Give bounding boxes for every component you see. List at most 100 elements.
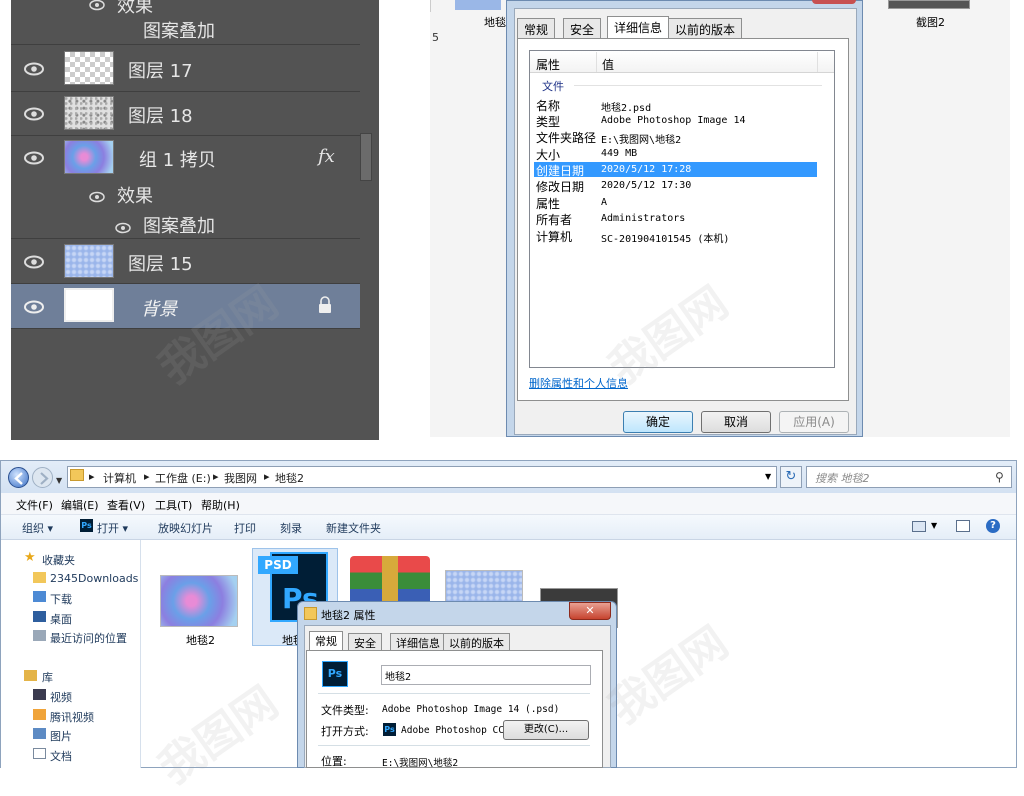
cancel-button[interactable]: 取消 bbox=[701, 411, 771, 433]
file-thumbnail[interactable] bbox=[160, 575, 238, 627]
eye-icon[interactable] bbox=[23, 106, 45, 121]
refresh-icon[interactable]: ↻ bbox=[780, 466, 802, 488]
layer-row-group[interactable]: 组 1 拷贝 fx 效果 图案叠加 bbox=[11, 136, 360, 239]
layer-row-background[interactable]: 背景 bbox=[11, 284, 360, 329]
print-button[interactable]: 打印 bbox=[234, 520, 256, 536]
layer-row[interactable]: 图层 18 bbox=[11, 92, 360, 136]
breadcrumb-separator[interactable]: ▸ bbox=[89, 470, 95, 483]
preview-pane-icon[interactable] bbox=[956, 520, 970, 532]
change-button[interactable]: 更改(C)... bbox=[503, 720, 589, 740]
file-name-input[interactable] bbox=[381, 665, 591, 685]
close-button[interactable]: ✕ bbox=[569, 602, 611, 620]
detail-key: 修改日期 bbox=[536, 180, 585, 194]
close-button[interactable] bbox=[812, 0, 856, 4]
file-type-value: Adobe Photoshop Image 14 (.psd) bbox=[382, 704, 560, 715]
layer-thumbnail bbox=[64, 244, 114, 278]
open-button[interactable]: 打开 ▾ bbox=[97, 520, 128, 536]
menu-help[interactable]: 帮助(H) bbox=[201, 497, 240, 513]
edge-divider bbox=[430, 0, 436, 12]
menu-tools[interactable]: 工具(T) bbox=[155, 497, 192, 513]
detail-value: Adobe Photoshop Image 14 bbox=[601, 115, 746, 126]
nav-item-tencent-video[interactable]: 腾讯视频 bbox=[50, 709, 94, 725]
layer-row[interactable]: 图层 17 bbox=[11, 45, 360, 92]
layer-row-partial[interactable]: 效果 图案叠加 bbox=[11, 0, 360, 45]
location-label: 位置: bbox=[321, 755, 347, 768]
breadcrumb-separator[interactable]: ▸ bbox=[264, 470, 270, 483]
nav-item-pictures[interactable]: 图片 bbox=[50, 728, 72, 744]
menu-view[interactable]: 查看(V) bbox=[107, 497, 145, 513]
details-list[interactable] bbox=[529, 50, 835, 368]
burn-button[interactable]: 刻录 bbox=[280, 520, 302, 536]
new-folder-button[interactable]: 新建文件夹 bbox=[326, 520, 381, 536]
tab-previous-versions[interactable]: 以前的版本 bbox=[443, 633, 510, 651]
view-options-icon[interactable] bbox=[912, 521, 926, 532]
search-icon[interactable]: ⚲ bbox=[995, 470, 1004, 484]
breadcrumb-item[interactable]: 计算机 bbox=[103, 470, 136, 486]
eye-icon[interactable] bbox=[23, 150, 45, 165]
help-icon[interactable]: ? bbox=[986, 519, 1000, 533]
ok-button[interactable]: 确定 bbox=[623, 411, 693, 433]
lock-icon[interactable] bbox=[317, 296, 333, 314]
divider bbox=[318, 745, 590, 746]
tab-details[interactable]: 详细信息 bbox=[607, 16, 670, 38]
location-value: E:\我图网\地毯2 bbox=[382, 758, 459, 769]
organize-button[interactable]: 组织 ▾ bbox=[22, 520, 53, 536]
tab-general[interactable]: 常规 bbox=[517, 18, 556, 38]
fx-icon[interactable]: fx bbox=[318, 146, 335, 167]
folder-icon bbox=[33, 572, 46, 583]
file-label[interactable]: 截图2 bbox=[916, 14, 945, 30]
menu-file[interactable]: 文件(F) bbox=[16, 497, 53, 513]
tab-security[interactable]: 安全 bbox=[563, 18, 602, 38]
downloads-icon bbox=[33, 591, 46, 602]
eye-icon[interactable] bbox=[115, 219, 131, 234]
address-dropdown-icon[interactable]: ▼ bbox=[765, 472, 771, 481]
breadcrumb-separator[interactable]: ▸ bbox=[144, 470, 150, 483]
eye-icon[interactable] bbox=[23, 254, 45, 269]
detail-value: 2020/5/12 17:30 bbox=[601, 180, 692, 191]
effect-label: 效果 bbox=[117, 186, 153, 207]
tab-previous-versions[interactable]: 以前的版本 bbox=[668, 18, 743, 38]
tab-general[interactable]: 常规 bbox=[309, 631, 343, 651]
recent-pages-chevron-icon[interactable]: ▼ bbox=[56, 476, 62, 485]
menu-edit[interactable]: 编辑(E) bbox=[61, 497, 99, 513]
folder-icon bbox=[33, 709, 46, 720]
file-thumbnail-partial[interactable] bbox=[455, 0, 501, 10]
eye-icon[interactable] bbox=[23, 61, 45, 76]
nav-item-downloads[interactable]: 下载 bbox=[50, 591, 72, 607]
file-label[interactable]: 地毯 bbox=[484, 14, 506, 30]
breadcrumb-separator[interactable]: ▸ bbox=[213, 470, 219, 483]
libraries-header[interactable]: 库 bbox=[42, 669, 53, 685]
column-header-value[interactable]: 值 bbox=[602, 56, 614, 73]
breadcrumb-item[interactable]: 地毯2 bbox=[275, 470, 304, 486]
remove-properties-link[interactable]: 删除属性和个人信息 bbox=[529, 375, 628, 391]
tab-details[interactable]: 详细信息 bbox=[390, 633, 446, 651]
back-button[interactable] bbox=[8, 467, 29, 488]
nav-item-recent[interactable]: 最近访问的位置 bbox=[50, 630, 127, 646]
column-divider[interactable] bbox=[596, 52, 597, 72]
eye-icon[interactable] bbox=[89, 188, 105, 203]
nav-item-documents[interactable]: 文档 bbox=[50, 748, 72, 764]
file-thumbnail-partial[interactable] bbox=[888, 0, 970, 9]
eye-icon[interactable] bbox=[89, 0, 105, 11]
forward-button[interactable] bbox=[32, 467, 53, 488]
layer-name: 背景 bbox=[141, 299, 177, 320]
eye-icon[interactable] bbox=[23, 299, 45, 314]
column-divider[interactable] bbox=[817, 52, 818, 72]
scrollbar-thumb[interactable] bbox=[360, 133, 372, 181]
breadcrumb-item[interactable]: 我图网 bbox=[224, 470, 257, 486]
photoshop-file-icon: Ps bbox=[322, 661, 348, 687]
breadcrumb-item[interactable]: 工作盘 (E:) bbox=[155, 470, 211, 486]
nav-item-2345downloads[interactable]: 2345Downloads bbox=[50, 572, 138, 585]
favorites-header[interactable]: 收藏夹 bbox=[42, 552, 75, 568]
view-dropdown-icon[interactable]: ▼ bbox=[931, 521, 937, 530]
tab-security[interactable]: 安全 bbox=[348, 633, 382, 651]
nav-item-videos[interactable]: 视频 bbox=[50, 689, 72, 705]
file-label[interactable]: 地毯2 bbox=[186, 632, 215, 648]
layer-name: 图层 15 bbox=[128, 254, 193, 275]
apply-button[interactable]: 应用(A) bbox=[779, 411, 849, 433]
nav-item-desktop[interactable]: 桌面 bbox=[50, 611, 72, 627]
column-header-property[interactable]: 属性 bbox=[536, 56, 560, 73]
layer-row[interactable]: 图层 15 bbox=[11, 239, 360, 284]
slideshow-button[interactable]: 放映幻灯片 bbox=[158, 520, 213, 536]
desktop-icon bbox=[33, 611, 46, 622]
